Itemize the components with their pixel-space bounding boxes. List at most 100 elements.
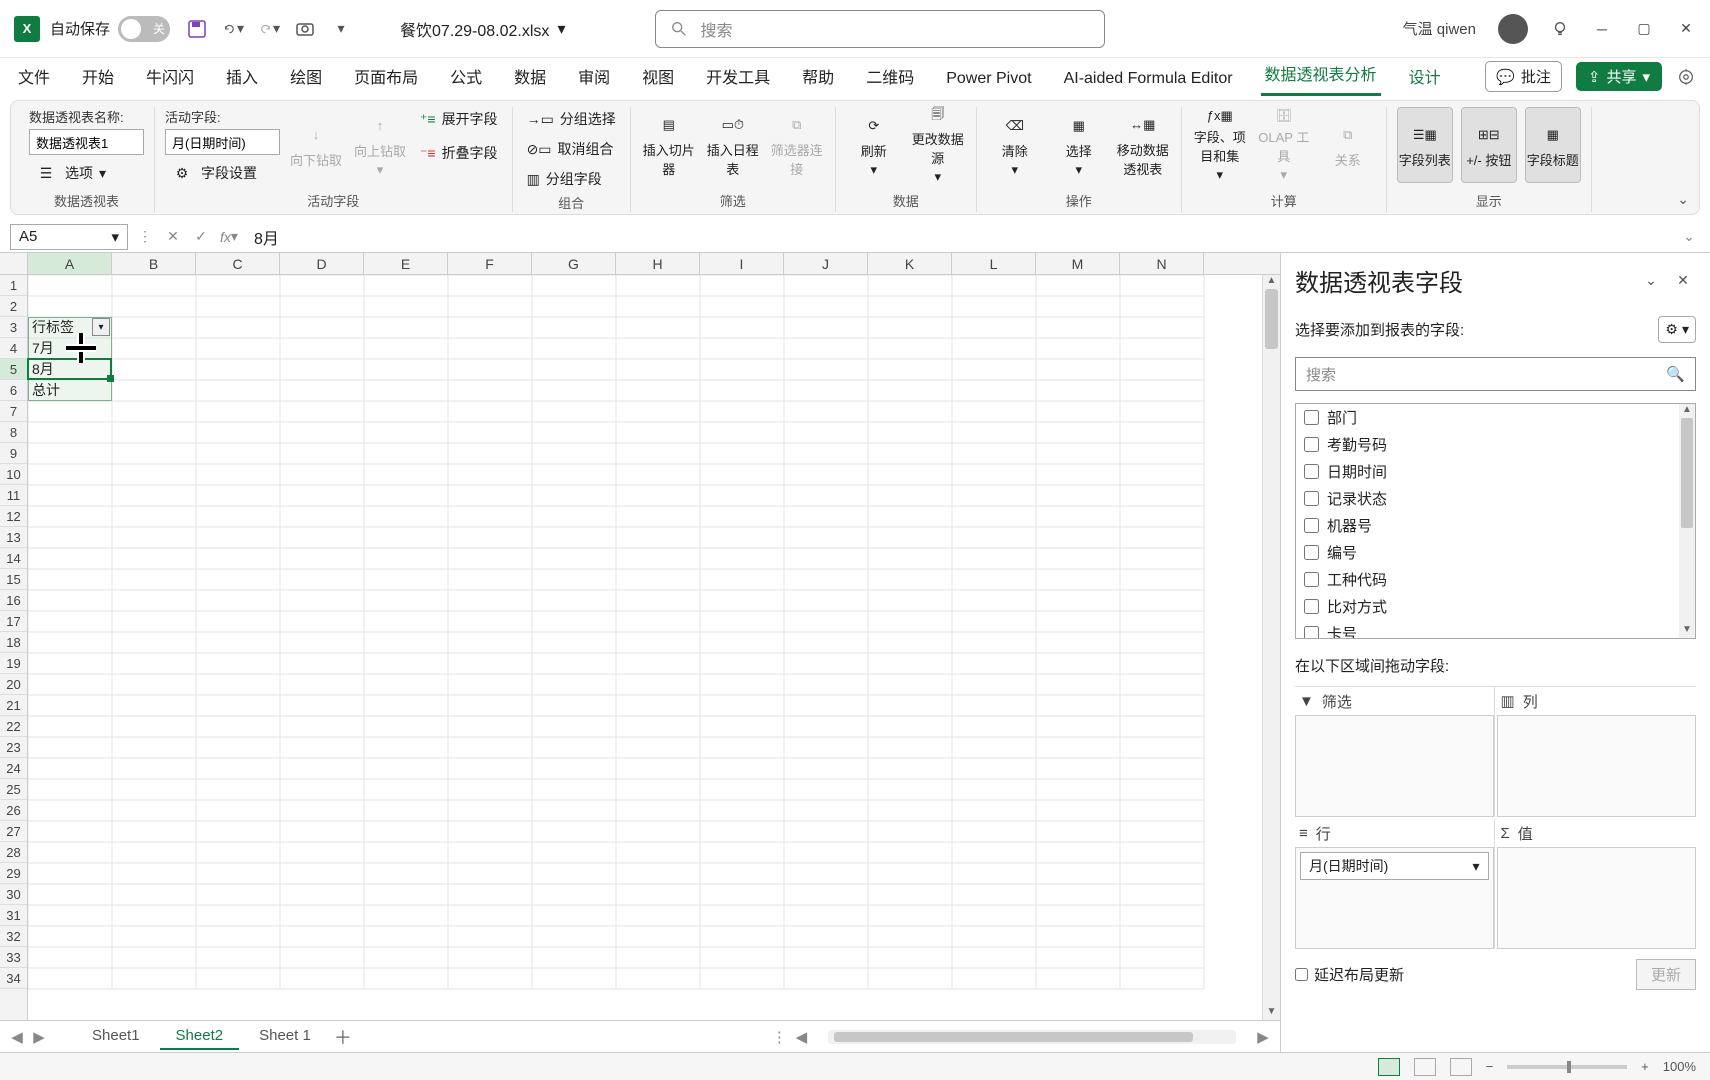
cell-A3[interactable]: 行标签 xyxy=(28,317,78,338)
column-header-B[interactable]: B xyxy=(112,253,196,274)
horizontal-scroll-thumb[interactable] xyxy=(834,1032,1193,1042)
active-field-input[interactable] xyxy=(165,129,280,155)
group-field-button[interactable]: ▥分组字段 xyxy=(523,167,620,191)
fieldlist-scrollbar[interactable]: ▲ ▼ xyxy=(1679,404,1695,638)
field-item-1[interactable]: 考勤号码 xyxy=(1296,431,1679,458)
zoom-out-button[interactable]: − xyxy=(1486,1059,1494,1074)
field-search-input[interactable]: 搜索 🔍 xyxy=(1295,357,1696,391)
row-header-22[interactable]: 22 xyxy=(0,716,27,737)
user-avatar[interactable] xyxy=(1498,14,1528,44)
minimize-button[interactable]: ─ xyxy=(1592,19,1612,39)
field-list-toggle[interactable]: ☰▦字段列表 xyxy=(1397,107,1453,183)
tab-home[interactable]: 开始 xyxy=(78,64,118,96)
column-header-H[interactable]: H xyxy=(616,253,700,274)
row-header-29[interactable]: 29 xyxy=(0,863,27,884)
move-pivottable-button[interactable]: ↔▦移动数据透视表 xyxy=(1115,107,1171,183)
camera-icon[interactable] xyxy=(294,18,316,40)
row-header-2[interactable]: 2 xyxy=(0,296,27,317)
row-header-19[interactable]: 19 xyxy=(0,653,27,674)
column-header-G[interactable]: G xyxy=(532,253,616,274)
scroll-down-arrow-icon[interactable]: ▼ xyxy=(1263,1006,1280,1020)
plus-minus-buttons-toggle[interactable]: ⊞⊟+/- 按钮 xyxy=(1461,107,1517,183)
tab-developer[interactable]: 开发工具 xyxy=(702,64,774,96)
tab-design[interactable]: 设计 xyxy=(1405,64,1445,96)
field-item-7[interactable]: 比对方式 xyxy=(1296,593,1679,620)
search-box[interactable]: 搜索 xyxy=(655,10,1105,48)
row-header-26[interactable]: 26 xyxy=(0,800,27,821)
field-item-3[interactable]: 记录状态 xyxy=(1296,485,1679,512)
insert-timeline-button[interactable]: ▭⏱插入日程表 xyxy=(705,107,761,183)
scroll-up-arrow-icon[interactable]: ▲ xyxy=(1263,275,1280,289)
row-header-33[interactable]: 33 xyxy=(0,947,27,968)
field-item-4[interactable]: 机器号 xyxy=(1296,512,1679,539)
close-button[interactable]: ✕ xyxy=(1676,19,1696,39)
tab-file[interactable]: 文件 xyxy=(14,64,54,96)
enter-formula-icon[interactable]: ✓ xyxy=(190,226,212,248)
column-header-N[interactable]: N xyxy=(1120,253,1204,274)
row-labels-filter-dropdown[interactable]: ▾ xyxy=(92,318,110,336)
scroll-up-arrow-icon[interactable]: ▲ xyxy=(1679,404,1695,418)
row-header-15[interactable]: 15 xyxy=(0,569,27,590)
group-selection-button[interactable]: →▭分组选择 xyxy=(523,107,620,131)
tab-niushanshan[interactable]: 牛闪闪 xyxy=(142,64,198,96)
horizontal-scrollbar[interactable] xyxy=(828,1030,1236,1044)
file-title[interactable]: 餐饮07.29-08.02.xlsx ▾ xyxy=(400,17,565,41)
field-item-8[interactable]: 卡号 xyxy=(1296,620,1679,638)
vertical-scroll-thumb[interactable] xyxy=(1265,289,1278,349)
undo-icon[interactable]: ▾ xyxy=(222,18,244,40)
row-header-1[interactable]: 1 xyxy=(0,275,27,296)
tab-draw[interactable]: 绘图 xyxy=(286,64,326,96)
row-header-10[interactable]: 10 xyxy=(0,464,27,485)
field-checkbox-7[interactable] xyxy=(1304,599,1319,614)
cells-area[interactable]: 行标签 ▾ 7月 8月 总计 xyxy=(28,275,1262,1020)
tab-qrcode[interactable]: 二维码 xyxy=(862,64,918,96)
row-header-16[interactable]: 16 xyxy=(0,590,27,611)
defer-layout-checkbox-input[interactable] xyxy=(1295,968,1308,981)
hscroll-left-icon[interactable]: ◀ xyxy=(792,1028,810,1046)
row-header-3[interactable]: 3 xyxy=(0,317,27,338)
lightbulb-icon[interactable] xyxy=(1550,19,1570,39)
qat-customize-icon[interactable]: ▾ xyxy=(330,18,352,40)
zoom-level[interactable]: 100% xyxy=(1663,1059,1696,1074)
pivot-name-input[interactable] xyxy=(29,129,144,155)
sheet-menu-icon[interactable]: ⋮ xyxy=(770,1028,788,1046)
sheet-nav-prev[interactable]: ◀ xyxy=(8,1028,26,1046)
taskpane-layout-button[interactable]: ⚙ ▾ xyxy=(1658,316,1696,343)
row-header-25[interactable]: 25 xyxy=(0,779,27,800)
field-checkbox-4[interactable] xyxy=(1304,518,1319,533)
refresh-button[interactable]: ⟳刷新▾ xyxy=(846,107,902,183)
column-header-J[interactable]: J xyxy=(784,253,868,274)
column-header-K[interactable]: K xyxy=(868,253,952,274)
zoom-in-button[interactable]: + xyxy=(1641,1059,1649,1074)
tab-review[interactable]: 审阅 xyxy=(574,64,614,96)
page-layout-view-button[interactable] xyxy=(1414,1058,1436,1076)
row-header-11[interactable]: 11 xyxy=(0,485,27,506)
field-item-0[interactable]: 部门 xyxy=(1296,404,1679,431)
row-header-12[interactable]: 12 xyxy=(0,506,27,527)
name-box[interactable]: A5 ▾ xyxy=(10,224,128,250)
row-header-28[interactable]: 28 xyxy=(0,842,27,863)
redo-icon[interactable]: ▾ xyxy=(258,18,280,40)
values-area[interactable]: Σ值 xyxy=(1497,819,1697,949)
zoom-slider[interactable] xyxy=(1507,1065,1627,1069)
row-header-8[interactable]: 8 xyxy=(0,422,27,443)
column-header-M[interactable]: M xyxy=(1036,253,1120,274)
cancel-formula-icon[interactable]: ✕ xyxy=(162,226,184,248)
column-header-A[interactable]: A xyxy=(28,253,112,274)
row-header-18[interactable]: 18 xyxy=(0,632,27,653)
save-icon[interactable] xyxy=(186,18,208,40)
formula-bar-expand-icon[interactable]: ⌄ xyxy=(1678,226,1700,248)
tab-help[interactable]: 帮助 xyxy=(798,64,838,96)
tab-page-layout[interactable]: 页面布局 xyxy=(350,64,422,96)
normal-view-button[interactable] xyxy=(1378,1058,1400,1076)
filters-area[interactable]: ▼筛选 xyxy=(1295,687,1495,817)
field-checkbox-0[interactable] xyxy=(1304,410,1319,425)
field-item-5[interactable]: 编号 xyxy=(1296,539,1679,566)
row-header-14[interactable]: 14 xyxy=(0,548,27,569)
column-header-I[interactable]: I xyxy=(700,253,784,274)
column-header-F[interactable]: F xyxy=(448,253,532,274)
row-header-27[interactable]: 27 xyxy=(0,821,27,842)
tab-formulas[interactable]: 公式 xyxy=(446,64,486,96)
tab-data[interactable]: 数据 xyxy=(510,64,550,96)
tab-view[interactable]: 视图 xyxy=(638,64,678,96)
